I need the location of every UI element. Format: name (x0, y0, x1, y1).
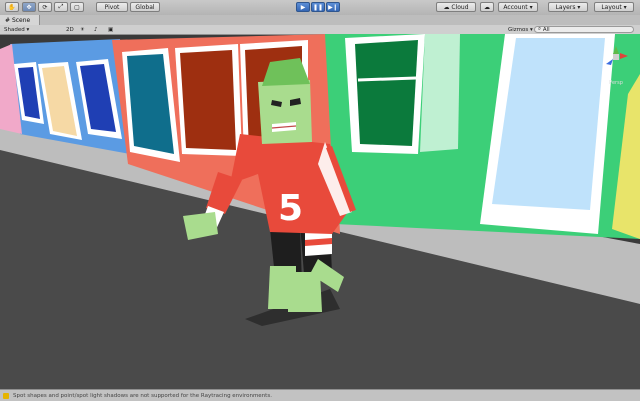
lighting-toggle[interactable]: ☀ (80, 26, 85, 33)
speaker-icon: ♪ (94, 26, 98, 33)
mode-2d-label: 2D (66, 26, 74, 33)
collab-button[interactable]: ☁ (480, 2, 494, 12)
scene-render: 5 (0, 34, 640, 389)
rotate-tool-button[interactable]: ⟳ (38, 2, 52, 12)
chevron-down-icon: ▾ (530, 26, 533, 33)
chevron-down-icon: ▾ (623, 3, 627, 11)
step-icon: ▶❙ (328, 3, 338, 11)
status-bar: Spot shapes and point/spot light shadows… (0, 389, 640, 401)
audio-toggle[interactable]: ♪ (94, 26, 98, 33)
pivot-toggle[interactable]: Pivot (96, 2, 128, 12)
chevron-down-icon: ▾ (26, 26, 30, 33)
search-label: All (542, 26, 550, 33)
pause-icon: ❚❚ (312, 3, 324, 11)
cloud-icon: ☁ (443, 3, 450, 11)
window (180, 50, 236, 150)
account-label: Account (503, 3, 528, 11)
pause-button[interactable]: ❚❚ (311, 2, 325, 12)
gizmos-dropdown[interactable]: Gizmos ▾ (508, 26, 533, 33)
rect-tool-icon: ▢ (74, 3, 80, 11)
jersey-number: 5 (278, 188, 303, 229)
character-head (258, 80, 312, 144)
effects-dropdown[interactable]: ▣ (108, 26, 113, 33)
chevron-down-icon: ▾ (577, 3, 581, 11)
status-message[interactable]: Spot shapes and point/spot light shadows… (13, 393, 272, 399)
image-icon: ▣ (108, 26, 114, 33)
warning-icon (3, 392, 9, 399)
chevron-down-icon: ▾ (529, 3, 533, 11)
tab-scene[interactable]: # Scene (0, 15, 40, 25)
scale-icon: ⤢ (58, 3, 64, 10)
window (355, 40, 418, 146)
step-button[interactable]: ▶❙ (326, 2, 340, 12)
cloud-label: Cloud (451, 3, 469, 11)
orientation-gizmo[interactable]: Persp (602, 44, 630, 86)
move-icon: ✥ (26, 3, 32, 11)
cloud-button[interactable]: ☁ Cloud (436, 2, 476, 12)
scene-search-input[interactable]: ⌕ All (534, 26, 634, 33)
global-toggle[interactable]: Global (130, 2, 160, 12)
search-icon: ⌕ (538, 26, 542, 32)
play-button[interactable]: ▶ (296, 2, 310, 12)
scene-tab-label: Scene (11, 16, 31, 24)
layout-dropdown[interactable]: Layout ▾ (594, 2, 634, 12)
account-dropdown[interactable]: Account ▾ (498, 2, 538, 12)
window (420, 34, 460, 152)
view-mode-label[interactable]: Persp (602, 80, 630, 86)
hand-icon: ✋ (8, 3, 16, 11)
layers-label: Layers (555, 3, 576, 11)
scene-tab-icon: # (5, 16, 11, 24)
hand-tool-button[interactable]: ✋ (5, 2, 19, 12)
rect-tool-button[interactable]: ▢ (70, 2, 84, 12)
move-tool-button[interactable]: ✥ (22, 2, 36, 12)
shading-label: Shaded (4, 26, 25, 33)
shading-mode-dropdown[interactable]: Shaded ▾ (4, 26, 29, 33)
layers-dropdown[interactable]: Layers ▾ (548, 2, 588, 12)
light-icon: ☀ (80, 26, 85, 33)
rotate-icon: ⟳ (42, 3, 48, 11)
play-icon: ▶ (300, 3, 306, 11)
scale-tool-button[interactable]: ⤢ (54, 2, 68, 12)
gizmos-label: Gizmos (508, 26, 529, 33)
global-label: Global (135, 3, 155, 11)
layout-label: Layout (601, 3, 622, 11)
pivot-label: Pivot (104, 3, 120, 11)
main-toolbar: ✋ ✥ ⟳ ⤢ ▢ Pivot Global ▶ ❚❚ ▶❙ ☁ Cloud ☁… (0, 0, 640, 16)
axis-gizmo-icon (606, 46, 628, 65)
scene-viewport[interactable]: 5 Persp (0, 34, 640, 389)
collab-icon: ☁ (484, 3, 490, 11)
mode-2d-toggle[interactable]: 2D (66, 26, 74, 33)
